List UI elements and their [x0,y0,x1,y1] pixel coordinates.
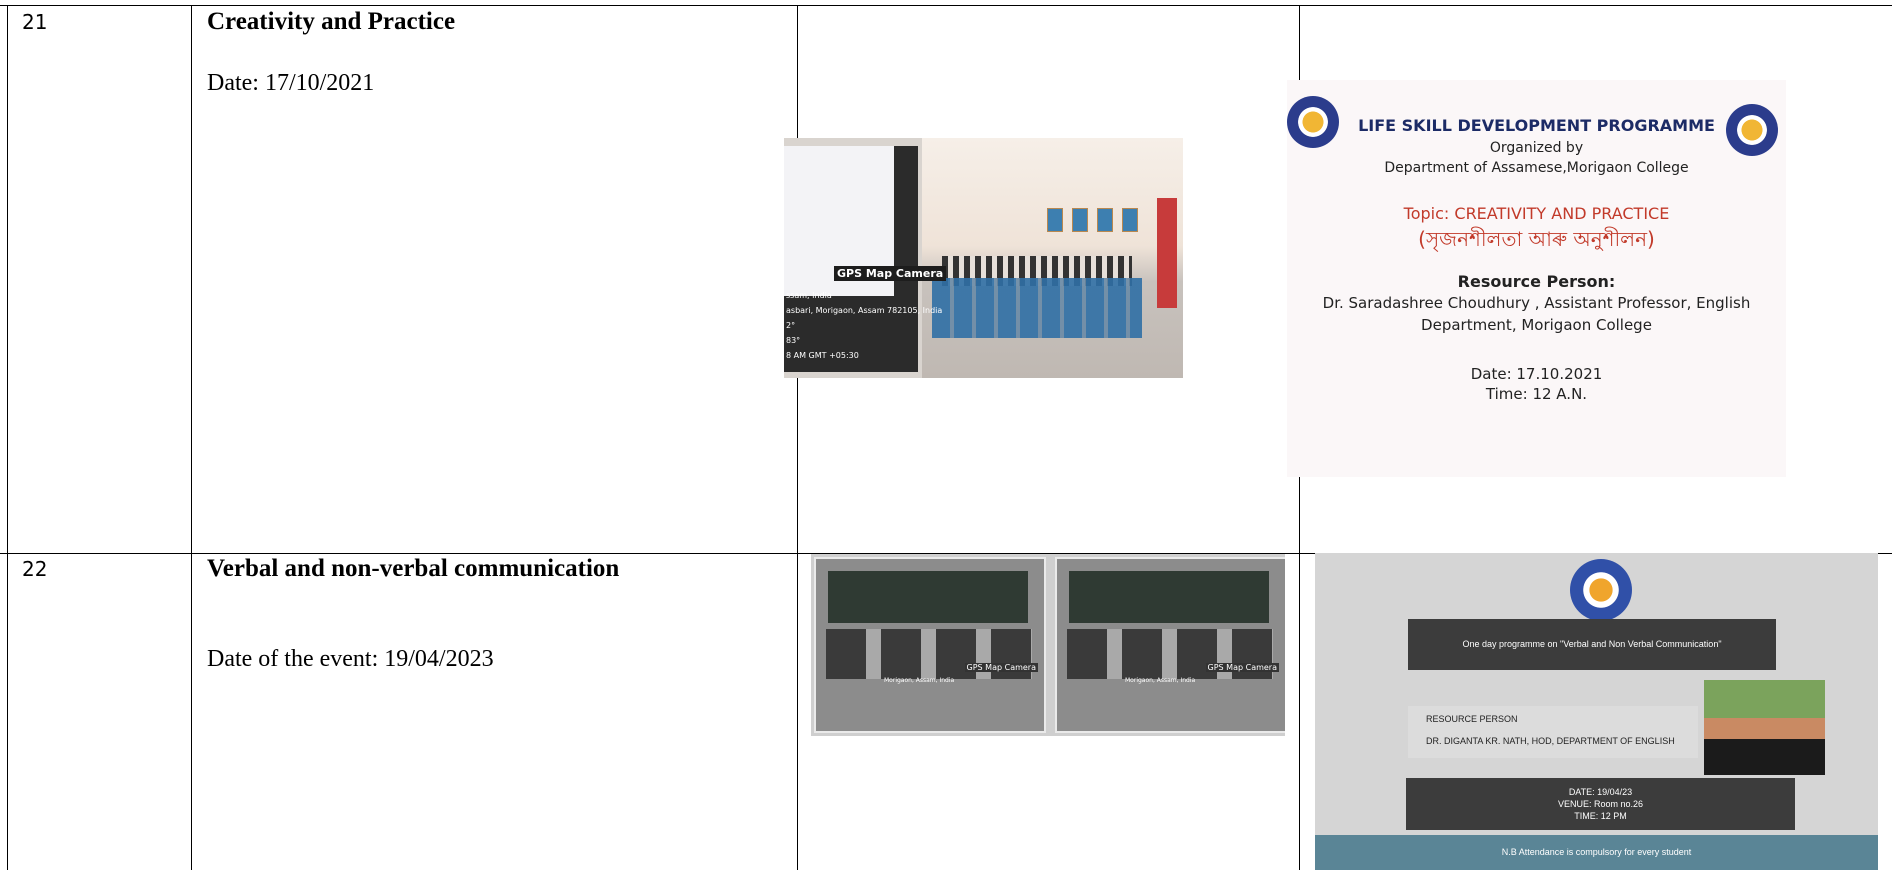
gps-line: 2° [786,321,796,330]
gps-overlay-text: Morigaon, Assam, India [1125,677,1196,684]
gps-line: ssam, India [786,291,832,300]
classroom-image [922,138,1183,378]
gps-camera-tag: GPS Map Camera [964,663,1038,672]
poster-resource-name: DR. DIGANTA KR. NATH, HOD, DEPARTMENT OF… [1426,736,1675,746]
poster-resource-label: RESOURCE PERSON [1426,714,1518,724]
poster-footer: N.B Attendance is compulsory for every s… [1315,835,1878,870]
college-emblem-icon [1570,559,1632,621]
classroom-image: GPS Map Camera Morigaon, Assam, India [814,557,1046,733]
poster-resource-line: Dr. Saradashree Choudhury , Assistant Pr… [1322,294,1751,312]
desks [932,278,1142,338]
poster-topic: Topic: CREATIVITY AND PRACTICE [1403,204,1670,223]
poster-info-box: DATE: 19/04/23 VENUE: Room no.26 TIME: 1… [1406,778,1795,830]
poster-date: DATE: 19/04/23 [1568,787,1633,797]
blackboard [1069,571,1269,623]
event-date: Date: 17/10/2021 [207,70,375,96]
event-poster: LIFE SKILL DEVELOPMENT PROGRAMME Organiz… [1287,80,1786,477]
row-number: 22 [22,557,48,581]
classroom-image: GPS Map Camera Morigaon, Assam, India [1055,557,1285,733]
gps-camera-tag: GPS Map Camera [1205,663,1279,672]
window [1097,208,1113,232]
window [1047,208,1063,232]
poster-topic-bengali: (সৃজনশীলতা আৰু অনুশীলন) [1418,227,1655,251]
curtain [1157,198,1177,308]
poster-time: Time: 12 A.N. [1485,385,1588,403]
column-divider [797,5,798,870]
gps-camera-tag: GPS Map Camera [834,266,947,281]
event-poster: One day programme on "Verbal and Non Ver… [1315,553,1878,870]
poster-organized: Organized by [1489,140,1584,156]
event-photo: GPS Map Camera Morigaon, Assam, India GP… [811,554,1285,736]
window [1072,208,1088,232]
gps-line: 83° [786,336,801,345]
resource-person-photo [1704,680,1825,775]
column-divider [191,5,192,870]
event-title: Verbal and non-verbal communication [207,555,620,582]
event-date: Date of the event: 19/04/2023 [207,646,494,672]
poster-venue: VENUE: Room no.26 [1557,799,1644,809]
gps-overlay-text: Morigaon, Assam, India [884,677,955,684]
gps-overlay-text: ssam, India asbari, Morigaon, Assam 7821… [786,288,942,363]
blackboard [828,571,1028,623]
events-table: 21 Creativity and Practice Date: 17/10/2… [0,0,1892,870]
gps-line: asbari, Morigaon, Assam 782105, India [786,306,943,315]
poster-title: LIFE SKILL DEVELOPMENT PROGRAMME [1358,116,1715,135]
poster-resource-line: Department, Morigaon College [1421,316,1652,334]
table-top-border [0,5,1892,6]
gps-line: 8 AM GMT +05:30 [786,351,859,360]
poster-time: TIME: 12 PM [1574,811,1627,821]
poster-date: Date: 17.10.2021 [1470,365,1603,383]
row-number: 21 [22,10,48,34]
event-title: Creativity and Practice [207,8,456,35]
poster-department: Department of Assamese,Morigaon College [1384,160,1689,176]
column-divider [7,5,8,870]
event-photo: GPS Map Camera ssam, India asbari, Morig… [784,138,1183,378]
poster-banner: One day programme on "Verbal and Non Ver… [1408,619,1776,670]
poster-resource-heading: Resource Person: [1457,272,1616,291]
window [1122,208,1138,232]
